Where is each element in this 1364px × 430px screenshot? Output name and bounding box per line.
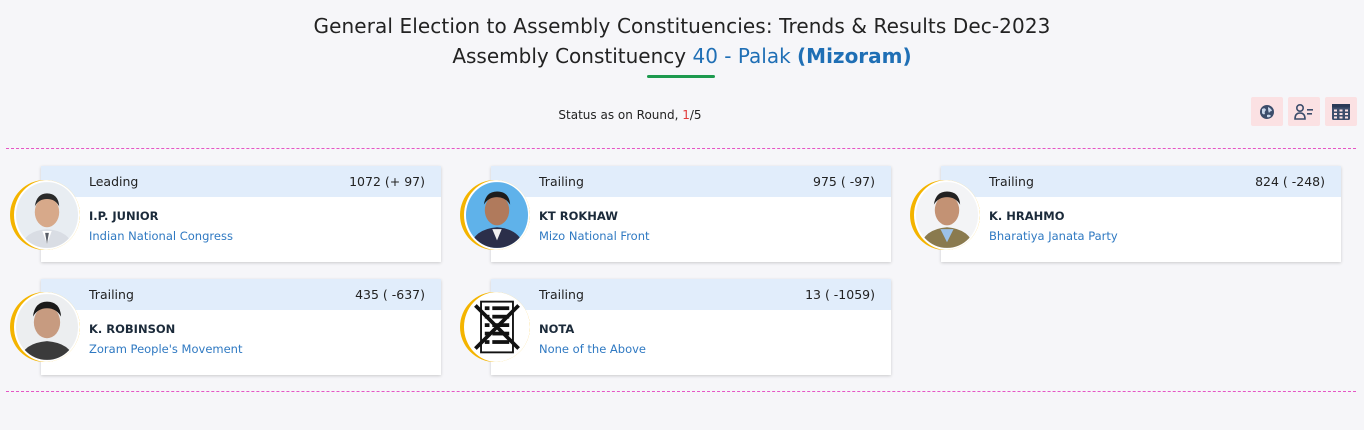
candidate-card-header: Trailing 435 ( -637) bbox=[41, 279, 441, 310]
candidate-name: K. HRAHMO bbox=[989, 209, 1065, 223]
constituency-name: 40 - Palak bbox=[692, 44, 791, 68]
constituency-title-prefix: Assembly Constituency bbox=[452, 44, 687, 68]
candidate-photo bbox=[16, 182, 78, 248]
candidate-card[interactable]: Trailing 975 ( -97) KT ROKHAW Mizo Natio… bbox=[491, 166, 891, 262]
candidate-votes: 975 ( -97) bbox=[813, 174, 875, 189]
table-view-button[interactable] bbox=[1325, 97, 1357, 126]
candidate-card-header: Leading 1072 (+ 97) bbox=[41, 166, 441, 197]
candidate-photo-frame bbox=[460, 292, 530, 362]
candidate-status: Trailing bbox=[989, 174, 1034, 189]
candidate-party[interactable]: Bharatiya Janata Party bbox=[989, 229, 1341, 243]
candidate-card[interactable]: Leading 1072 (+ 97) I.P. JUNIOR Indian N… bbox=[41, 166, 441, 262]
current-round: 1 bbox=[682, 108, 690, 122]
section-divider-bottom bbox=[6, 391, 1356, 392]
candidate-photo-frame bbox=[10, 180, 80, 250]
view-toolbar bbox=[1251, 97, 1357, 126]
candidate-photo bbox=[466, 182, 528, 248]
nota-symbol-icon bbox=[466, 294, 528, 360]
candidate-name: KT ROKHAW bbox=[539, 209, 618, 223]
page-title: General Election to Assembly Constituenc… bbox=[313, 14, 1051, 38]
candidate-votes: 1072 (+ 97) bbox=[349, 174, 425, 189]
total-rounds: /5 bbox=[689, 108, 702, 122]
table-grid-icon bbox=[1332, 103, 1350, 120]
candidate-list-icon bbox=[1294, 103, 1313, 120]
candidate-party[interactable]: Mizo National Front bbox=[539, 229, 891, 243]
candidate-name: K. ROBINSON bbox=[89, 322, 176, 336]
globe-icon bbox=[1260, 104, 1274, 119]
globe-view-button[interactable] bbox=[1251, 97, 1283, 126]
candidate-card[interactable]: Trailing 824 ( -248) K. HRAHMO Bharatiya… bbox=[941, 166, 1341, 262]
title-underline bbox=[647, 75, 715, 78]
candidate-list-button[interactable] bbox=[1288, 97, 1320, 126]
candidate-status: Trailing bbox=[539, 287, 584, 302]
candidate-party[interactable]: None of the Above bbox=[539, 342, 891, 356]
candidate-status: Leading bbox=[89, 174, 139, 189]
candidate-photo-frame bbox=[910, 180, 980, 250]
candidate-card-header: Trailing 975 ( -97) bbox=[491, 166, 891, 197]
candidate-card-header: Trailing 13 ( -1059) bbox=[491, 279, 891, 310]
constituency-title: Assembly Constituency 40 - Palak (Mizora… bbox=[0, 44, 1364, 68]
round-status-prefix: Status as on Round, bbox=[558, 108, 683, 122]
candidate-party[interactable]: Indian National Congress bbox=[89, 229, 441, 243]
candidate-votes: 824 ( -248) bbox=[1255, 174, 1325, 189]
candidate-card[interactable]: Trailing 13 ( -1059) NOTA None of the Ab… bbox=[491, 279, 891, 375]
round-status: Status as on Round, 1/5 bbox=[0, 108, 1260, 122]
candidate-status: Trailing bbox=[89, 287, 134, 302]
candidate-photo-frame bbox=[10, 292, 80, 362]
candidate-party[interactable]: Zoram People's Movement bbox=[89, 342, 441, 356]
candidate-votes: 13 ( -1059) bbox=[805, 287, 875, 302]
candidate-status: Trailing bbox=[539, 174, 584, 189]
candidate-votes: 435 ( -637) bbox=[355, 287, 425, 302]
candidate-card-header: Trailing 824 ( -248) bbox=[941, 166, 1341, 197]
candidate-name: I.P. JUNIOR bbox=[89, 209, 159, 223]
candidate-photo bbox=[16, 294, 78, 360]
candidate-photo bbox=[916, 182, 978, 248]
candidate-name: NOTA bbox=[539, 322, 575, 336]
state-name: (Mizoram) bbox=[797, 44, 912, 68]
candidate-photo-frame bbox=[460, 180, 530, 250]
section-divider-top bbox=[6, 148, 1356, 149]
candidate-card[interactable]: Trailing 435 ( -637) K. ROBINSON Zoram P… bbox=[41, 279, 441, 375]
